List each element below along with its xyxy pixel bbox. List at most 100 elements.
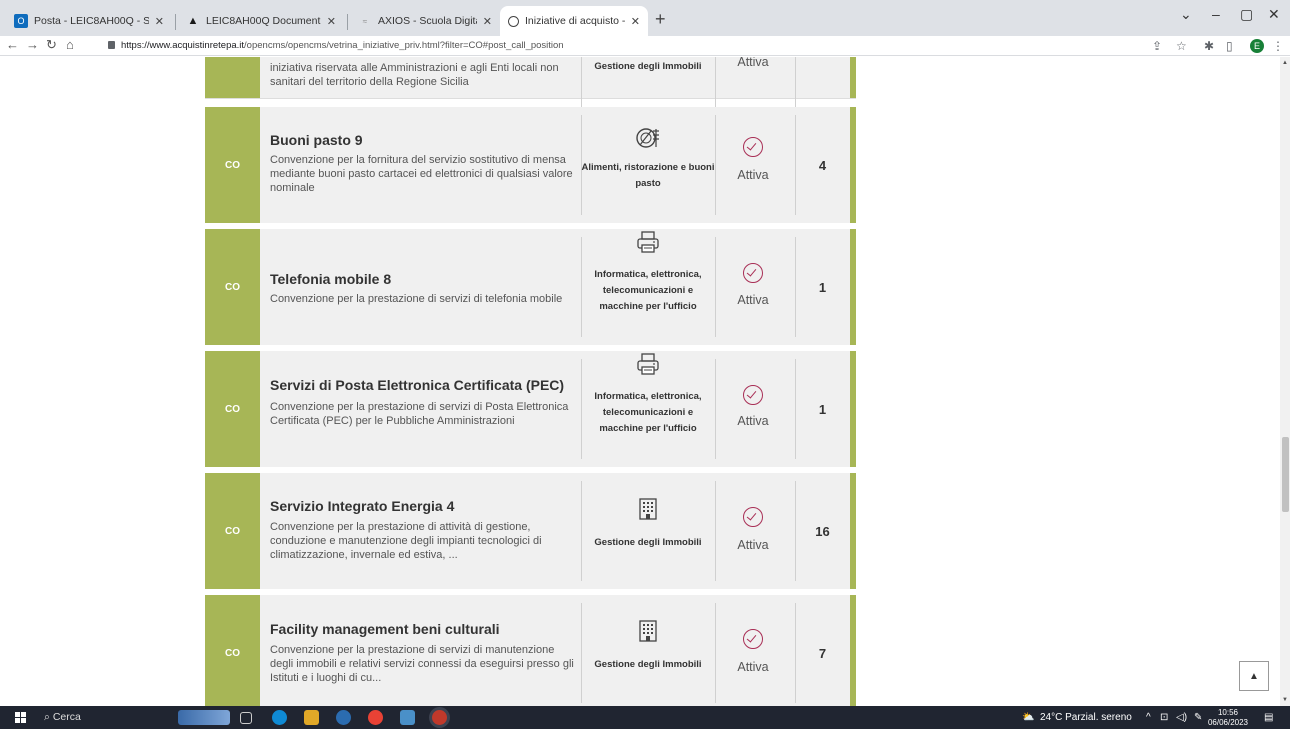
- forward-icon[interactable]: →: [26, 37, 39, 53]
- card-accent-bar: [850, 595, 856, 706]
- card-type: [205, 57, 260, 98]
- weather-text[interactable]: 24°C Parzial. sereno: [1040, 712, 1132, 723]
- page-scrollbar[interactable]: ▲ ▼: [1280, 57, 1290, 706]
- card-accent-bar: [850, 57, 856, 98]
- printer-icon: [637, 353, 659, 375]
- food-icon: [636, 128, 659, 148]
- volume-icon[interactable]: ◁): [1176, 712, 1187, 723]
- card-category: Gestione degli Immobili: [594, 61, 702, 72]
- browser-toolbar: ← → ↻ ⌂ https://www.acquistinretepa.it/o…: [0, 36, 1290, 56]
- minimize-icon[interactable]: –: [1212, 6, 1220, 22]
- card-title[interactable]: Servizio Integrato Energia 4: [270, 498, 454, 514]
- building-icon: [639, 498, 657, 520]
- tab-title: LEIC8AH00Q Documenti protoco: [206, 15, 321, 27]
- address-bar[interactable]: https://www.acquistinretepa.it/opencms/o…: [108, 38, 564, 54]
- tray-chevron-icon[interactable]: ^: [1146, 712, 1151, 723]
- card-description: iniziativa riservata alle Amministrazion…: [270, 62, 559, 88]
- card-state: Attiva: [737, 293, 769, 307]
- notifications-icon[interactable]: ▤: [1264, 712, 1273, 723]
- chrome-icon[interactable]: [368, 710, 383, 725]
- reload-icon[interactable]: ↻: [46, 37, 57, 53]
- initiative-card[interactable]: CO Servizi di Posta Elettronica Certific…: [205, 351, 856, 467]
- card-accent-bar: [850, 473, 856, 589]
- status-check-icon: [743, 629, 763, 649]
- card-description: Convenzione per la fornitura del servizi…: [270, 154, 573, 194]
- building-icon: [639, 620, 657, 642]
- network-icon[interactable]: ⊡: [1160, 712, 1168, 723]
- side-panel-icon[interactable]: ▯: [1226, 38, 1233, 54]
- menu-icon[interactable]: ⋮: [1272, 38, 1284, 54]
- printer-icon: [637, 231, 659, 253]
- card-count: 7: [818, 645, 827, 661]
- maximize-icon[interactable]: ▢: [1240, 6, 1253, 23]
- initiative-card[interactable]: CO Servizio Integrato Energia 4 Convenzi…: [205, 473, 856, 589]
- tab-posta[interactable]: O Posta - LEIC8AH00Q - SUPERSAN ✕: [6, 6, 172, 36]
- clock-time: 10:56: [1217, 708, 1239, 717]
- card-title[interactable]: Facility management beni culturali: [270, 621, 500, 637]
- taskbar-clock[interactable]: 10:56 06/06/2023: [1206, 708, 1250, 728]
- close-tab-icon[interactable]: ✕: [483, 15, 492, 28]
- taskbar-search[interactable]: ⌕ Cerca: [44, 711, 81, 724]
- card-state: Attiva: [737, 57, 769, 69]
- close-tab-icon[interactable]: ✕: [155, 15, 164, 28]
- card-count: 4: [818, 157, 827, 173]
- url-host: https://www.acquistinretepa.it: [121, 40, 245, 51]
- windows-start-icon[interactable]: [15, 712, 26, 723]
- card-state: Attiva: [737, 168, 769, 182]
- card-type: CO: [205, 107, 260, 223]
- card-accent-bar: [850, 351, 856, 467]
- app-icon[interactable]: [400, 710, 415, 725]
- pen-icon[interactable]: ✎: [1194, 712, 1202, 723]
- initiative-card[interactable]: CO Buoni pasto 9 Convenzione per la forn…: [205, 107, 856, 223]
- close-tab-icon[interactable]: ✕: [327, 15, 336, 28]
- card-accent-bar: [850, 229, 856, 345]
- card-title[interactable]: Servizi di Posta Elettronica Certificata…: [270, 377, 564, 393]
- internet-explorer-icon[interactable]: [336, 710, 351, 725]
- tab-iniziative[interactable]: Iniziative di acquisto - acquistinr ✕: [500, 6, 648, 36]
- taskbar-search-label: Cerca: [52, 711, 81, 723]
- back-to-top-button[interactable]: ▲: [1239, 661, 1269, 691]
- tab-title: AXIOS - Scuola Digitale: [378, 15, 477, 27]
- extensions-icon[interactable]: ✱: [1204, 38, 1214, 54]
- card-description: Convenzione per la prestazione di serviz…: [270, 644, 574, 684]
- card-type: CO: [205, 229, 260, 345]
- tab-strip: O Posta - LEIC8AH00Q - SUPERSAN ✕ ▲ LEIC…: [0, 0, 1290, 36]
- scroll-thumb[interactable]: [1282, 437, 1289, 512]
- close-window-icon[interactable]: ✕: [1268, 6, 1280, 23]
- card-state: Attiva: [737, 538, 769, 552]
- tab-axios[interactable]: ≈ AXIOS - Scuola Digitale ✕: [350, 6, 500, 36]
- card-title[interactable]: Buoni pasto 9: [270, 132, 363, 148]
- edge-icon[interactable]: [272, 710, 287, 725]
- task-view-icon[interactable]: [240, 712, 252, 724]
- card-count: 16: [815, 523, 830, 539]
- card-description: Convenzione per la prestazione di serviz…: [270, 401, 569, 427]
- profile-avatar[interactable]: E: [1250, 39, 1264, 53]
- share-icon[interactable]: ⇪: [1152, 38, 1162, 54]
- tab-documenti[interactable]: ▲ LEIC8AH00Q Documenti protoco ✕: [178, 6, 344, 36]
- card-state: Attiva: [737, 414, 769, 428]
- back-icon[interactable]: ←: [6, 37, 19, 53]
- tab-search-icon[interactable]: ⌄: [1180, 6, 1192, 23]
- status-check-icon: [743, 137, 763, 157]
- file-explorer-icon[interactable]: [304, 710, 319, 725]
- new-tab-icon[interactable]: +: [655, 10, 666, 28]
- landscape-widget-icon[interactable]: [178, 710, 230, 725]
- card-count: 1: [818, 279, 827, 295]
- initiative-card[interactable]: CO Telefonia mobile 8 Convenzione per la…: [205, 229, 856, 345]
- drive-icon: ▲: [187, 15, 199, 27]
- close-tab-icon[interactable]: ✕: [631, 15, 640, 28]
- initiative-card[interactable]: iniziativa riservata alle Amministrazion…: [205, 57, 856, 107]
- tab-title: Posta - LEIC8AH00Q - SUPERSAN: [34, 15, 149, 27]
- initiative-card[interactable]: CO Facility management beni culturali Co…: [205, 595, 856, 706]
- bookmark-star-icon[interactable]: ☆: [1176, 38, 1187, 54]
- scroll-up-icon[interactable]: ▲: [1282, 60, 1288, 66]
- chrome-profile-icon[interactable]: [432, 710, 447, 725]
- card-accent-bar: [850, 107, 856, 223]
- home-icon[interactable]: ⌂: [66, 37, 74, 53]
- scroll-down-icon[interactable]: ▼: [1282, 697, 1288, 703]
- globe-icon: [508, 15, 519, 27]
- card-category: Informatica, elettronica, telecomunicazi…: [594, 391, 702, 434]
- weather-icon[interactable]: ⛅: [1022, 712, 1034, 723]
- card-title[interactable]: Telefonia mobile 8: [270, 271, 391, 287]
- card-category: Gestione degli Immobili: [594, 659, 702, 670]
